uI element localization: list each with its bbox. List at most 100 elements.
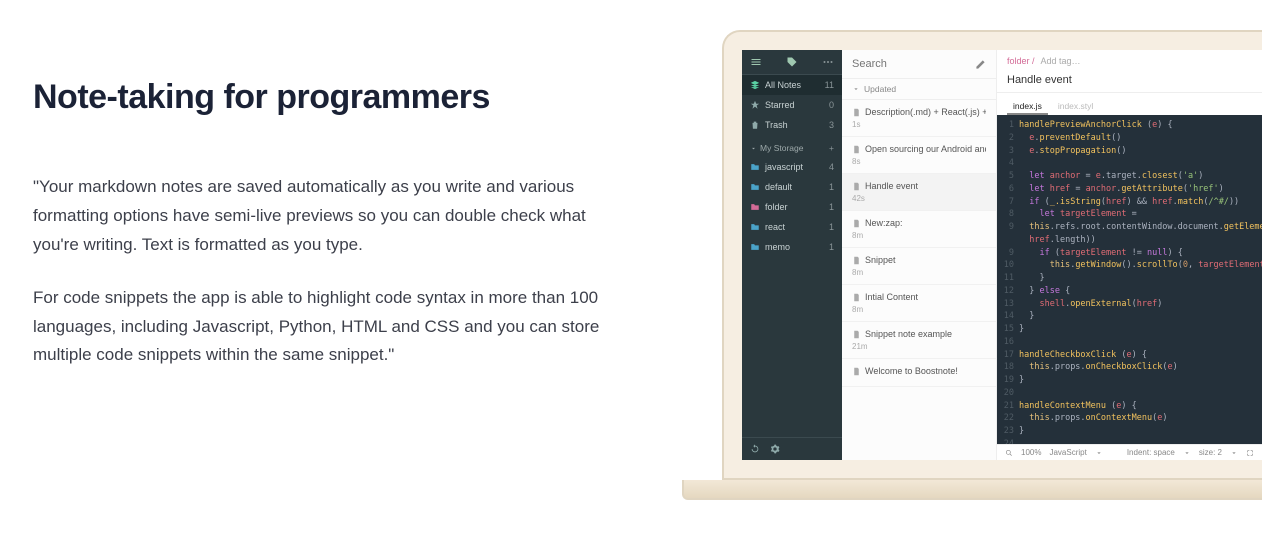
note-title: New:zap: [865,218,903,228]
status-bar: 100% JavaScript Indent: space size: 2 [997,444,1262,460]
line-number: 12 [1001,285,1019,298]
note-time: 42s [852,194,986,203]
note-time: 8m [852,268,986,277]
more-icon[interactable] [822,56,834,68]
code-line: href.length)) [1019,234,1096,247]
storage-section[interactable]: My Storage + [742,135,842,157]
note-item[interactable]: Snippet note example21m [842,322,996,359]
search-input[interactable] [852,58,952,70]
folder-memo[interactable]: memo1 [742,237,842,257]
code-line: e.preventDefault() [1019,132,1121,145]
note-item[interactable]: New:zap: 8m [842,211,996,248]
paragraph-2: For code snippets the app is able to hig… [33,284,613,371]
note-icon [852,256,861,265]
add-folder-icon[interactable]: + [829,143,834,153]
code-line: handleCheckboxClick (e) { [1019,349,1147,362]
indent-size-picker[interactable]: size: 2 [1199,448,1222,457]
folder-label: default [765,182,792,192]
code-line: } [1019,272,1045,285]
line-number: 10 [1001,259,1019,272]
note-icon [852,293,861,302]
note-item[interactable]: Description(.md) + React(.js) + Stylu… 1s [842,100,996,137]
note-title: Welcome to Boostnote! [865,366,958,376]
line-number: 4 [1001,157,1019,170]
line-number: 3 [1001,145,1019,158]
folder-count: 4 [829,162,834,172]
code-line: this.getWindow().scrollTo(0, targetEleme… [1019,259,1262,272]
note-title-input[interactable] [1007,74,1252,86]
refresh-icon[interactable] [750,444,760,454]
code-line: let targetElement = [1019,208,1137,221]
line-number: 5 [1001,170,1019,183]
code-line: shell.openExternal(href) [1019,298,1162,311]
code-line: } [1019,425,1024,438]
folder-default[interactable]: default1 [742,177,842,197]
line-number: 22 [1001,412,1019,425]
code-editor[interactable]: 1handlePreviewAnchorClick (e) {2 e.preve… [997,115,1262,444]
folder-folder[interactable]: folder1 [742,197,842,217]
folder-javascript[interactable]: javascript4 [742,157,842,177]
note-icon [852,108,861,117]
breadcrumb-folder[interactable]: folder / [1007,56,1035,66]
note-time: 8m [852,231,986,240]
sidebar-trash[interactable]: Trash3 [742,115,842,135]
app-screenshot: All Notes11Starred0Trash3 My Storage + j… [742,50,1262,460]
code-line: this.props.onContextMenu(e) [1019,412,1167,425]
folder-label: react [765,222,785,232]
zoom-icon[interactable] [1005,449,1013,457]
tab-index-js[interactable]: index.js [1007,99,1048,115]
line-number: 7 [1001,196,1019,209]
line-number: 11 [1001,272,1019,285]
sidebar-item-count: 0 [829,100,834,110]
tag-icon[interactable] [786,56,798,68]
line-number: 13 [1001,298,1019,311]
note-title: Open sourcing our Android and iO… [865,144,986,154]
tab-index-styl[interactable]: index.styl [1052,99,1099,115]
code-line: this.props.onCheckboxClick(e) [1019,361,1178,374]
code-line: e.stopPropagation() [1019,145,1127,158]
folder-react[interactable]: react 1 [742,217,842,237]
note-item[interactable]: Welcome to Boostnote! [842,359,996,387]
paragraph-1: "Your markdown notes are saved automatic… [33,173,613,260]
folder-label: memo [765,242,790,252]
new-note-icon[interactable] [975,59,986,70]
note-time: 1s [852,120,986,129]
indent-picker[interactable]: Indent: space [1127,448,1175,457]
note-title: Handle event [865,181,918,191]
folder-count: 1 [829,222,834,232]
note-item[interactable]: Handle event 42s [842,174,996,211]
settings-icon[interactable] [770,444,780,454]
note-icon [852,367,861,376]
code-line: let anchor = e.target.closest('a') [1019,170,1203,183]
line-number: 9 [1001,221,1019,234]
note-icon [852,330,861,339]
add-tag[interactable]: Add tag… [1041,56,1081,66]
expand-icon[interactable] [1246,449,1254,457]
code-line: handleContextMenu (e) { [1019,400,1137,413]
note-detail: folder / Add tag… index.jsindex.styl 1ha… [997,50,1262,460]
zoom-level[interactable]: 100% [1021,448,1041,457]
code-line: if (targetElement != null) { [1019,247,1183,260]
sort-toggle[interactable]: Updated [842,79,996,100]
folder-label: folder [765,202,788,212]
note-list: Updated Description(.md) + React(.js) + … [842,50,997,460]
language-picker[interactable]: JavaScript [1049,448,1086,457]
note-item[interactable]: Snippet8m [842,248,996,285]
laptop-mockup: All Notes11Starred0Trash3 My Storage + j… [722,30,1262,500]
line-number: 20 [1001,387,1019,400]
note-title: Description(.md) + React(.js) + Stylu… [865,107,986,117]
note-icon [852,145,861,154]
note-item[interactable]: Open sourcing our Android and iO…8s [842,137,996,174]
code-line: handlePreviewAnchorClick (e) { [1019,119,1173,132]
menu-icon[interactable] [750,56,762,68]
chevron-down-icon [1230,449,1238,457]
note-icon [852,182,861,191]
note-time: 8m [852,305,986,314]
line-number: 6 [1001,183,1019,196]
note-title: Intial Content [865,292,918,302]
sidebar-all-notes[interactable]: All Notes11 [742,75,842,95]
sidebar-item-count: 3 [829,120,834,130]
code-line: } [1019,310,1034,323]
sidebar-starred[interactable]: Starred0 [742,95,842,115]
note-item[interactable]: Intial Content 8m [842,285,996,322]
